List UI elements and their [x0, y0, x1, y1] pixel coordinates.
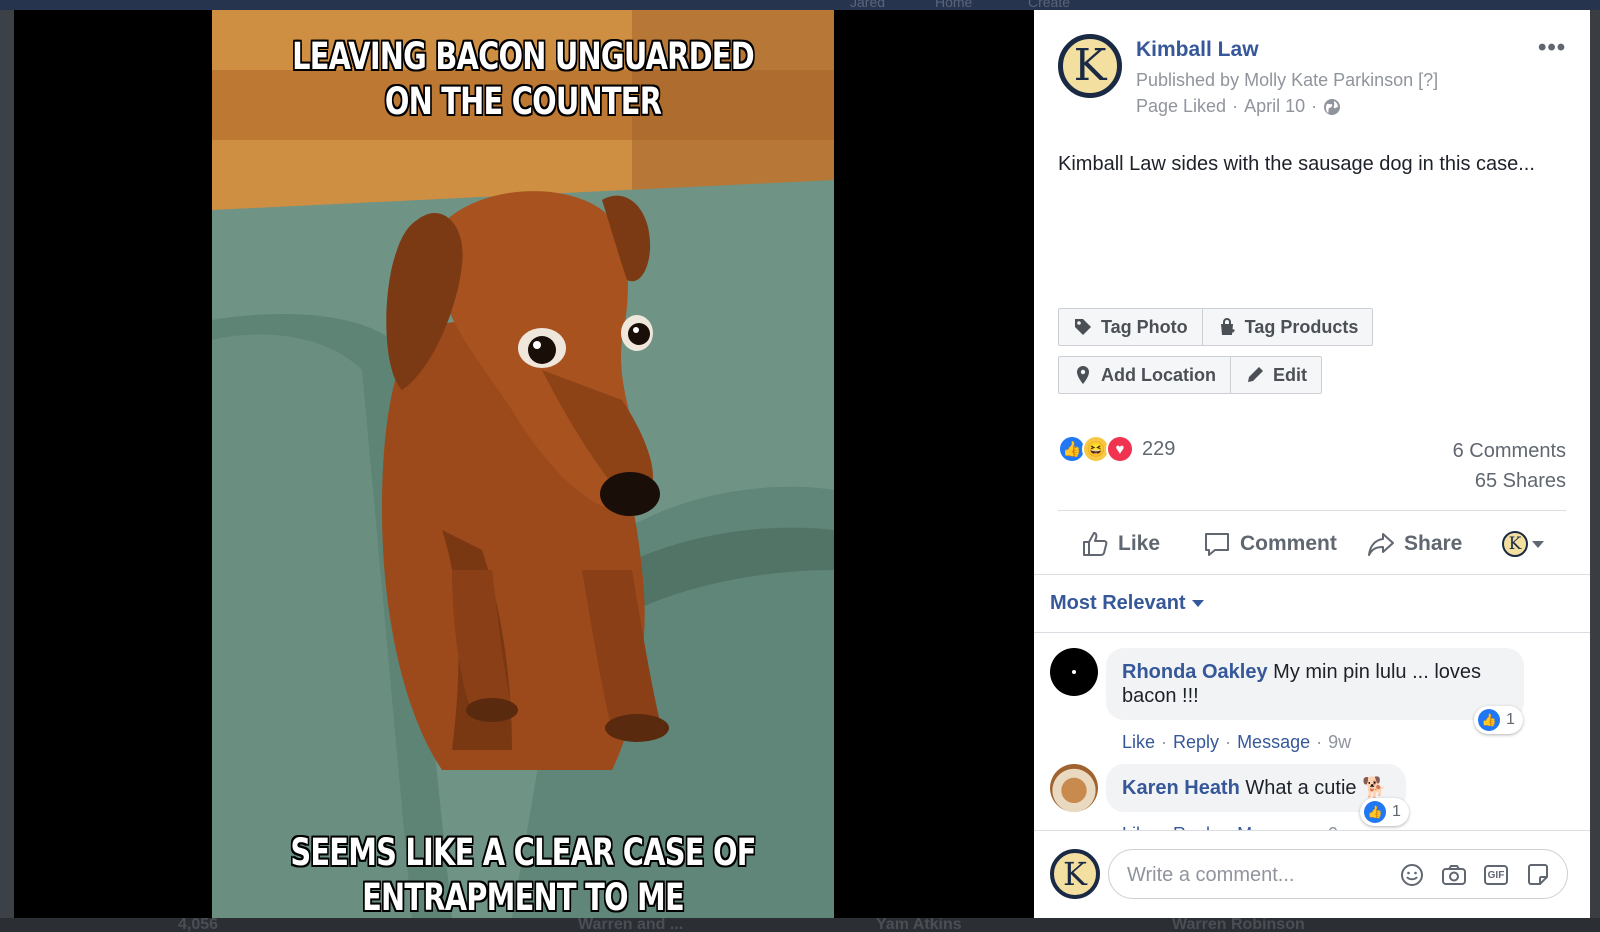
- bg-bottom-number: 4,056: [178, 916, 219, 932]
- edit-label: Edit: [1273, 364, 1307, 385]
- edit-button[interactable]: Edit: [1231, 357, 1321, 393]
- add-location-label: Add Location: [1101, 364, 1216, 385]
- share-button[interactable]: Share: [1366, 529, 1462, 559]
- more-options-button[interactable]: •••: [1538, 34, 1566, 62]
- published-by: Published by Molly Kate Parkinson [?]: [1136, 70, 1439, 90]
- reaction-summary[interactable]: 👍 😆 ♥ 229: [1058, 435, 1175, 463]
- globe-icon[interactable]: [1323, 98, 1341, 116]
- commenter-name[interactable]: Rhonda Oakley: [1122, 661, 1268, 683]
- comment-like-link[interactable]: Like: [1122, 732, 1155, 753]
- avatar[interactable]: [1050, 648, 1098, 696]
- thumbs-up-icon: 👍: [1478, 709, 1500, 731]
- photo-stage[interactable]: LEAVING BACON UNGUARDED ON THE COUNTER S…: [14, 10, 1034, 918]
- comment-like-count: 1: [1392, 803, 1401, 820]
- love-reaction-icon: ♥: [1106, 435, 1134, 463]
- comment-composer: K GIF: [1034, 830, 1590, 918]
- meme-bottom-caption: SEEMS LIKE A CLEAR CASE OF ENTRAPMENT TO…: [290, 831, 756, 918]
- meme-top-caption: LEAVING BACON UNGUARDED ON THE COUNTER: [292, 35, 755, 123]
- post-panel: K Kimball Law Published by Molly Kate Pa…: [1034, 10, 1590, 918]
- camera-icon[interactable]: [1441, 862, 1467, 888]
- self-avatar: K: [1050, 849, 1100, 899]
- page-avatar[interactable]: K: [1058, 34, 1122, 98]
- background-top-bar: Jared Home Create: [0, 0, 1600, 10]
- comment-label: Comment: [1240, 532, 1337, 555]
- bg-bottom-item: Warren Robinson: [1172, 916, 1305, 932]
- bg-bottom-item: Warren and ...: [578, 916, 684, 932]
- share-label: Share: [1404, 532, 1463, 555]
- bg-tab-jared: Jared: [850, 0, 886, 10]
- speech-bubble-icon: [1205, 533, 1229, 556]
- sticker-icon[interactable]: [1525, 862, 1551, 888]
- avatar[interactable]: [1050, 764, 1098, 812]
- tag-icon: [1075, 319, 1091, 335]
- post-header: K Kimball Law Published by Molly Kate Pa…: [1034, 10, 1590, 140]
- comment-button[interactable]: Comment: [1202, 529, 1337, 559]
- page-avatar-letter: K: [1073, 40, 1107, 91]
- bg-bottom-item: Yam Atkins: [876, 916, 962, 932]
- smiley-icon[interactable]: [1399, 862, 1425, 888]
- tag-button-row: Tag Photo Tag Products: [1058, 308, 1374, 346]
- meta-separator: ·: [1311, 96, 1318, 116]
- gif-icon[interactable]: GIF: [1483, 862, 1509, 888]
- post-as-selector[interactable]: K: [1502, 531, 1544, 557]
- post-action-bar: Like Comment Share K: [1058, 522, 1566, 566]
- reaction-count: 229: [1142, 437, 1176, 460]
- thumbs-up-icon: [1083, 532, 1108, 556]
- post-date[interactable]: April 10: [1244, 96, 1305, 117]
- avatar-image: [1072, 670, 1076, 674]
- tag-products-label: Tag Products: [1244, 316, 1359, 337]
- commenter-name[interactable]: Karen Heath: [1122, 777, 1240, 799]
- comment-text: What a cutie 🐕: [1245, 777, 1387, 799]
- pencil-icon: [1248, 367, 1263, 382]
- background-left-strip: [0, 10, 14, 932]
- location-button-row: Add Location Edit: [1058, 356, 1322, 394]
- post-text: Kimball Law sides with the sausage dog i…: [1058, 153, 1535, 175]
- divider: [1058, 510, 1566, 511]
- bg-tab-create: Create: [1028, 0, 1071, 10]
- like-button[interactable]: Like: [1080, 529, 1160, 559]
- dachshund-photo-illustration: [212, 10, 834, 918]
- chevron-down-icon: [1191, 600, 1204, 607]
- comment-input[interactable]: [1127, 862, 1377, 888]
- comment-like-count: 1: [1506, 711, 1515, 728]
- comment-reply-link[interactable]: Reply: [1173, 732, 1219, 753]
- comment-sort-dropdown[interactable]: Most Relevant: [1050, 592, 1204, 615]
- comment-like-badge[interactable]: 👍 1: [1474, 706, 1523, 734]
- comments-count-link[interactable]: 6 Comments: [1453, 440, 1566, 463]
- divider: [1034, 574, 1590, 575]
- tag-photo-label: Tag Photo: [1101, 316, 1188, 337]
- like-label: Like: [1118, 532, 1161, 555]
- page-name-link[interactable]: Kimball Law: [1136, 38, 1259, 62]
- separator: ·: [1316, 732, 1323, 752]
- separator: ·: [1225, 732, 1232, 752]
- comment-time[interactable]: 9w: [1328, 732, 1351, 753]
- divider: [1034, 632, 1590, 633]
- tag-photo-button[interactable]: Tag Photo: [1059, 309, 1203, 345]
- comment-message-link[interactable]: Message: [1237, 732, 1310, 753]
- post-meta: Page Liked · April 10 ·: [1136, 96, 1341, 117]
- comment-like-badge[interactable]: 👍 1: [1360, 798, 1409, 826]
- tag-products-button[interactable]: Tag Products: [1203, 309, 1373, 345]
- comment-actions: Like · Reply · Message · 9w: [1122, 732, 1351, 753]
- location-pin-icon: [1077, 366, 1089, 384]
- chevron-down-icon: [1532, 540, 1544, 548]
- add-location-button[interactable]: Add Location: [1059, 357, 1231, 393]
- meme-photo[interactable]: LEAVING BACON UNGUARDED ON THE COUNTER S…: [212, 10, 834, 918]
- gif-label: GIF: [1484, 865, 1508, 885]
- background-bottom-strip: 4,056 Warren and ... Yam Atkins Warren R…: [0, 916, 1600, 932]
- page-liked-label[interactable]: Page Liked: [1136, 96, 1226, 117]
- comment-input-box[interactable]: GIF: [1108, 849, 1568, 899]
- sort-label: Most Relevant: [1050, 592, 1186, 614]
- comment-bubble: Rhonda Oakley My min pin lulu ... loves …: [1106, 648, 1524, 720]
- thumbs-up-icon: 👍: [1364, 801, 1386, 823]
- separator: ·: [1161, 732, 1168, 752]
- share-arrow-icon: [1368, 533, 1394, 556]
- meta-separator: ·: [1232, 96, 1239, 116]
- bg-tab-home: Home: [935, 0, 973, 10]
- shopping-bag-icon: [1220, 318, 1235, 335]
- page-mini-avatar: K: [1502, 531, 1528, 557]
- shares-count-link[interactable]: 65 Shares: [1475, 470, 1566, 493]
